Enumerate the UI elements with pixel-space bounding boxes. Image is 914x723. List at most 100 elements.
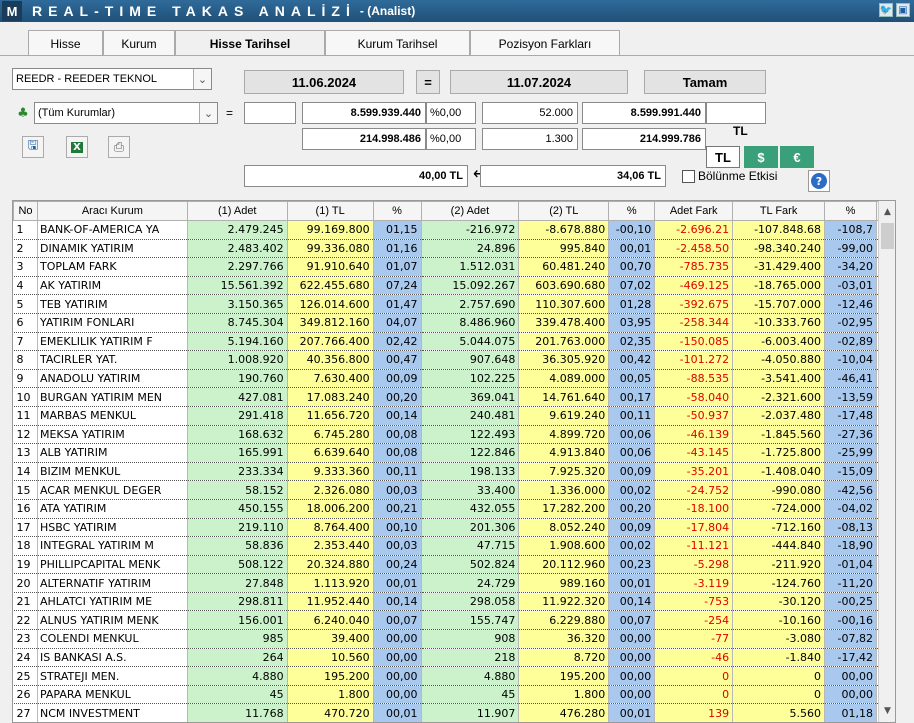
table-row[interactable]: 7 EMEKLILIK YATIRIM F 5.194.160 207.766.400… (13, 332, 895, 352)
tab-hisse-tarihsel[interactable]: Hisse Tarihsel (175, 30, 325, 56)
save-icon[interactable]: 🖫 (22, 136, 44, 158)
table-row[interactable]: 16 ATA YATIRIM 450.155 18.006.200 00,21 432.0… (13, 499, 895, 519)
row-tl-diff: -10.160 (732, 610, 826, 631)
table-row[interactable]: 17 HSBC YATIRIM 219.110 8.764.400 00,10 201.3… (13, 518, 895, 538)
table-row[interactable]: 8 TACIRLER YAT. 1.008.920 40.356.800 00,47 90… (13, 350, 895, 370)
row-broker: BIZIM MENKUL (37, 462, 188, 482)
col-qty2[interactable]: (2) Adet (420, 201, 520, 221)
table-row[interactable]: 18 INTEGRAL YATIRIM M 58.836 2.353.440 00,03… (13, 536, 895, 556)
val-1: 52.000 (482, 102, 578, 124)
table-row[interactable]: 20 ALTERNATIF YATIRIM 27.848 1.113.920 00,01… (13, 573, 895, 593)
table-row[interactable]: 5 TEB YATIRIM 3.150.365 126.014.600 01,47 2.7… (13, 294, 895, 314)
row-tl-diff: 5.560 (732, 703, 826, 722)
col-no[interactable]: No (13, 201, 38, 221)
row-qty2: 24.729 (421, 573, 520, 593)
row-broker: COLENDI MENKUL (37, 629, 188, 649)
col-qty-diff[interactable]: Adet Fark (654, 201, 734, 221)
table-row[interactable]: 14 BIZIM MENKUL 233.334 9.333.360 00,11 198.1… (13, 462, 895, 482)
row-tl1: 6.639.640 (287, 443, 374, 463)
stock-select[interactable]: REEDR - REEDER TEKNOL ⌄ (12, 68, 212, 90)
row-pct2: 00,01 (608, 703, 656, 722)
chevron-down-icon[interactable]: ⌄ (193, 69, 211, 89)
row-tl2: 8.052.240 (518, 518, 610, 538)
currency-usd-button[interactable]: $ (744, 146, 778, 168)
row-pct1: 00,21 (373, 499, 422, 519)
col-tl-diff[interactable]: TL Fark (732, 201, 826, 221)
help-icon: ? (811, 173, 827, 189)
help-button[interactable]: ? (808, 170, 830, 192)
filter-input-2[interactable] (706, 102, 766, 124)
scroll-down-icon[interactable]: ▼ (879, 702, 895, 720)
data-grid[interactable]: No Aracı Kurum (1) Adet (1) TL % (2) Ade… (12, 200, 896, 723)
table-row[interactable]: 11 MARBAS MENKUL 291.418 11.656.720 00,14 240… (13, 406, 895, 426)
row-qty1: 427.081 (187, 387, 288, 407)
table-row[interactable]: 27 NCM INVESTMENT 11.768 470.720 00,01 11.907… (13, 703, 895, 722)
row-tl-diff: -712.160 (732, 518, 826, 538)
table-row[interactable]: 4 AK YATIRIM 15.561.392 622.455.680 07,24 15.… (13, 276, 895, 296)
col-pct-diff[interactable]: % (824, 201, 877, 221)
scroll-up-icon[interactable]: ▲ (879, 203, 895, 221)
row-pct1: 00,08 (373, 425, 422, 445)
table-row[interactable]: 15 ACAR MENKUL DEGER 58.152 2.326.080 00,03 3… (13, 480, 895, 500)
col-pct1[interactable]: % (372, 201, 422, 221)
date-from[interactable]: 11.06.2024 (244, 70, 404, 94)
split-effect-checkbox[interactable] (682, 170, 695, 183)
filter-input-1[interactable] (244, 102, 296, 124)
table-row[interactable]: 12 MEKSA YATIRIM 168.632 6.745.280 00,08 122.… (13, 425, 895, 445)
date-to[interactable]: 11.07.2024 (450, 70, 628, 94)
tab-kurum[interactable]: Kurum (103, 30, 175, 56)
table-row[interactable]: 6 YATIRIM FONLARI 8.745.304 349.812.160 04,0… (13, 313, 895, 333)
restore-icon[interactable]: ▣ (896, 3, 910, 17)
row-no: 26 (13, 685, 38, 705)
tab-kurum-tarihsel[interactable]: Kurum Tarihsel (325, 30, 470, 56)
scroll-thumb[interactable] (881, 223, 894, 249)
table-row[interactable]: 23 COLENDI MENKUL 985 39.400 00,00 908 36.320 0… (13, 629, 895, 649)
row-tl2: 17.282.200 (518, 499, 610, 519)
row-broker: AHLATCI YATIRIM ME (37, 592, 188, 612)
table-row[interactable]: 2 DINAMIK YATIRIM 2.483.402 99.336.080 01,16… (13, 239, 895, 259)
row-no: 19 (13, 555, 38, 575)
row-qty1: 58.836 (187, 536, 288, 556)
table-row[interactable]: 3 TOPLAM FARK 2.297.766 91.910.640 01,07 1.51… (13, 257, 895, 277)
row-no: 15 (13, 480, 38, 500)
row-broker: ACAR MENKUL DEGER (37, 480, 188, 500)
currency-eur-button[interactable]: € (780, 146, 814, 168)
table-row[interactable]: 13 ALB YATIRIM 165.991 6.639.640 00,08 122.84… (13, 443, 895, 463)
row-pct2: 02,35 (608, 332, 656, 352)
col-broker[interactable]: Aracı Kurum (36, 201, 188, 221)
row-qty1: 11.768 (187, 703, 288, 722)
row-pct-diff: -15,09 (824, 462, 877, 482)
table-row[interactable]: 10 BURGAN YATIRIM MEN 427.081 17.083.240 00,… (13, 387, 895, 407)
table-row[interactable]: 21 AHLATCI YATIRIM ME 298.811 11.952.440 00,… (13, 592, 895, 612)
row-qty2: 33.400 (421, 480, 520, 500)
tab-pozisyon-farklari[interactable]: Pozisyon Farkları (470, 30, 620, 56)
twitter-icon[interactable]: 🐦 (879, 3, 893, 17)
row-pct2: 00,00 (608, 629, 656, 649)
tab-hisse[interactable]: Hisse (28, 30, 103, 56)
row-pct1: 00,00 (373, 648, 422, 668)
table-row[interactable]: 1 BANK-OF-AMERICA YA 2.479.245 99.169.800 01… (13, 220, 895, 240)
row-qty2: 198.133 (421, 462, 520, 482)
excel-icon[interactable]: X (66, 136, 88, 158)
table-row[interactable]: 19 PHILLIPCAPITAL MENK 508.122 20.324.880 00… (13, 555, 895, 575)
vertical-scrollbar[interactable]: ▲ ▼ (878, 201, 895, 722)
table-row[interactable]: 24 IS BANKASI A.S. 264 10.560 00,00 218 8.720 0… (13, 648, 895, 668)
col-pct2[interactable]: % (608, 201, 656, 221)
row-pct1: 00,08 (373, 443, 422, 463)
print-icon[interactable]: ⎙ (108, 136, 130, 158)
row-tl1: 6.240.040 (287, 610, 374, 631)
ok-button[interactable]: Tamam (644, 70, 766, 94)
table-row[interactable]: 22 ALNUS YATIRIM MENK 156.001 6.240.040 00,0… (13, 610, 895, 631)
broker-select[interactable]: (Tüm Kurumlar) ⌄ (34, 102, 218, 124)
brokers-icon[interactable]: ♣ (12, 102, 34, 124)
table-row[interactable]: 26 PAPARA MENKUL 45 1.800 00,00 45 1.800 00,00 0… (13, 685, 895, 705)
table-row[interactable]: 9 ANADOLU YATIRIM 190.760 7.630.400 00,09 102… (13, 369, 895, 389)
table-row[interactable]: 25 STRATEJI MEN. 4.880 195.200 00,00 4.880 195… (13, 666, 895, 686)
chevron-down-icon[interactable]: ⌄ (199, 103, 217, 123)
equals-label: = (226, 106, 234, 120)
col-tl1[interactable]: (1) TL (286, 201, 374, 221)
row-tl2: 8.720 (518, 648, 610, 668)
currency-tl-button[interactable]: TL (706, 146, 740, 168)
col-qty1[interactable]: (1) Adet (186, 201, 288, 221)
col-tl2[interactable]: (2) TL (518, 201, 610, 221)
